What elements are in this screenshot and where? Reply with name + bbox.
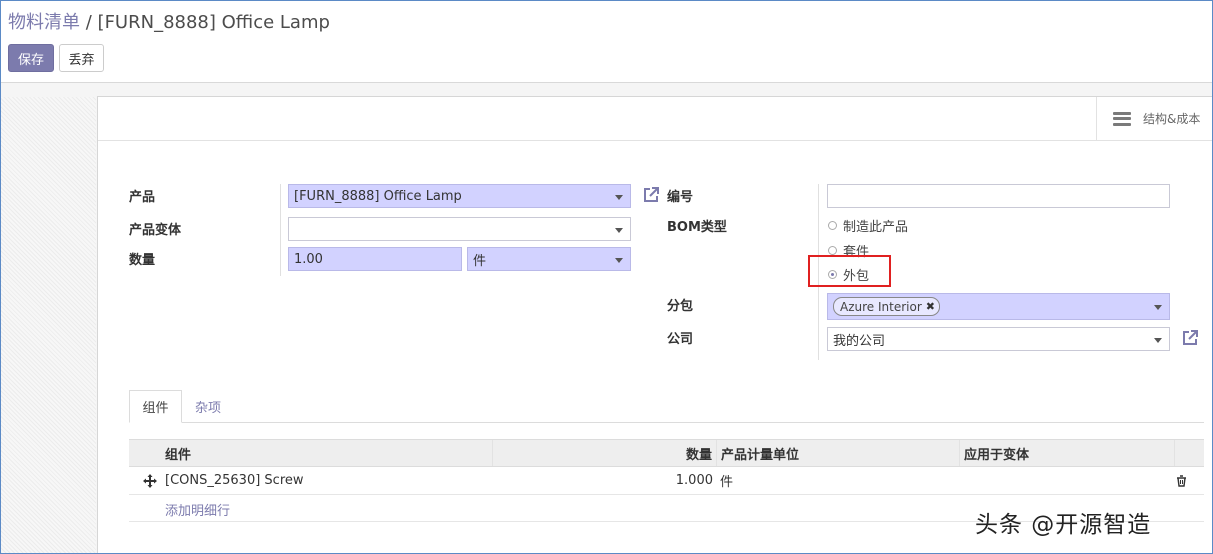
uom-field[interactable]: 件 — [467, 247, 631, 271]
company-label: 公司 — [667, 332, 694, 347]
radio-button[interactable] — [828, 246, 837, 255]
structure-cost-label: 结构&成本 — [1143, 112, 1201, 126]
discard-button[interactable]: 丢弃 — [59, 44, 104, 72]
tab-miscellaneous[interactable]: 杂项 — [182, 390, 234, 423]
table-row[interactable]: [CONS_25630] Screw 1.000 件 — [129, 467, 1204, 495]
label-divider — [280, 184, 281, 276]
cell-uom[interactable]: 件 — [720, 467, 733, 494]
highlight-annotation-box — [808, 255, 891, 287]
code-label: 编号 — [667, 190, 694, 205]
sheet-side-background — [1, 97, 96, 553]
external-link-icon[interactable] — [642, 186, 660, 204]
structure-cost-button[interactable]: 结构&成本 — [1096, 97, 1212, 140]
chevron-down-icon — [1154, 338, 1162, 343]
save-button[interactable]: 保存 — [8, 44, 54, 72]
quantity-value: 1.00 — [294, 251, 323, 267]
column-header-quantity[interactable]: 数量 — [492, 440, 716, 466]
chevron-down-icon — [615, 195, 623, 200]
watermark-text: 头条 @开源智造 — [975, 512, 1152, 538]
company-field[interactable]: 我的公司 — [827, 327, 1170, 351]
subcontractor-tag-label: Azure Interior — [840, 299, 922, 314]
company-value: 我的公司 — [833, 333, 886, 349]
chevron-down-icon — [615, 228, 623, 233]
tab-divider — [129, 422, 1204, 423]
cell-component[interactable]: [CONS_25630] Screw — [165, 467, 304, 494]
quantity-field[interactable]: 1.00 — [288, 247, 462, 271]
chevron-down-icon — [615, 258, 623, 263]
code-field[interactable] — [827, 184, 1170, 208]
column-header-uom[interactable]: 产品计量单位 — [716, 440, 959, 466]
breadcrumb: 物料清单 / [FURN_8888] Office Lamp — [8, 8, 330, 34]
subcontractors-label: 分包 — [667, 299, 694, 314]
tab-components[interactable]: 组件 — [129, 390, 182, 423]
control-panel: 物料清单 / [FURN_8888] Office Lamp 保存 丢弃 — [1, 1, 1212, 83]
bom-type-option-label: 制造此产品 — [843, 220, 909, 235]
radio-button[interactable] — [828, 221, 837, 230]
bom-type-option-manufacture[interactable]: 制造此产品 — [828, 216, 908, 235]
breadcrumb-current: [FURN_8888] Office Lamp — [97, 12, 330, 33]
bom-type-label: BOM类型 — [667, 220, 727, 235]
uom-value: 件 — [473, 253, 487, 269]
table-header: 组件 数量 产品计量单位 应用于变体 — [129, 439, 1204, 467]
external-link-icon[interactable] — [1181, 329, 1199, 347]
trash-icon[interactable] — [1176, 467, 1188, 494]
product-variant-label: 产品变体 — [129, 223, 182, 238]
subcontractor-tag[interactable]: Azure Interior ✖ — [833, 297, 940, 316]
close-icon[interactable]: ✖ — [926, 300, 935, 313]
product-value: [FURN_8888] Office Lamp — [294, 188, 462, 204]
chevron-down-icon — [1154, 305, 1162, 310]
cell-quantity[interactable]: 1.000 — [492, 467, 713, 494]
column-header-component[interactable]: 组件 — [165, 440, 492, 466]
subcontractors-field[interactable]: Azure Interior ✖ — [827, 293, 1170, 320]
breadcrumb-separator: / — [85, 12, 92, 33]
product-variant-field[interactable] — [288, 217, 631, 241]
add-line-link[interactable]: 添加明细行 — [165, 500, 230, 519]
button-box: 结构&成本 — [98, 97, 1212, 141]
product-label: 产品 — [129, 190, 156, 205]
column-header-variants[interactable]: 应用于变体 — [959, 440, 1174, 466]
breadcrumb-parent-link[interactable]: 物料清单 — [8, 12, 80, 33]
bars-icon — [1113, 111, 1131, 126]
product-field[interactable]: [FURN_8888] Office Lamp — [288, 184, 631, 208]
quantity-label: 数量 — [129, 253, 156, 268]
column-header-actions — [1174, 440, 1204, 466]
drag-handle-icon[interactable] — [143, 467, 163, 494]
